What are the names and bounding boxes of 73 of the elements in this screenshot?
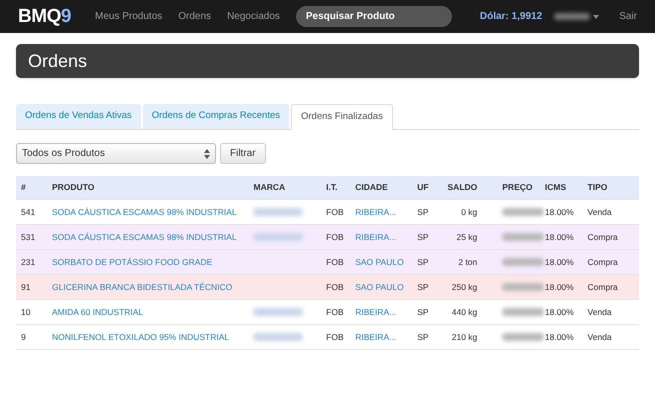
table-cell: 250 kg	[452, 282, 478, 292]
table-cell: 531	[21, 232, 36, 242]
table-cell: Compra	[588, 232, 618, 242]
table-cell: SP	[417, 306, 429, 317]
table-cell: 231	[21, 256, 36, 267]
column-header: PRODUTO	[52, 182, 94, 192]
city-link[interactable]: RIBEIRA...	[355, 332, 396, 342]
table-cell: 210 kg	[452, 332, 478, 342]
column-header: CIDADE	[355, 182, 388, 192]
table-cell: Venda	[588, 306, 612, 317]
product-link[interactable]: NONILFENOL ETOXILADO 95% INDUSTRIAL	[52, 332, 230, 342]
table-cell: 18.00%	[544, 206, 574, 217]
table-cell: Compra	[588, 282, 618, 292]
table-cell: 10	[21, 306, 30, 317]
product-select[interactable]: Todos os Produtos	[16, 143, 216, 164]
nav-link[interactable]: Ordens	[178, 9, 212, 24]
table-cell: SP	[417, 206, 429, 217]
filter-button[interactable]: Filtrar	[220, 143, 266, 164]
table-cell: FOB	[326, 256, 344, 267]
product-link[interactable]: SODA CÁUSTICA ESCAMAS 98% INDUSTRIAL	[52, 206, 237, 217]
product-link[interactable]: AMIDA 60 INDUSTRIAL	[52, 306, 144, 317]
table-cell: 0 kg	[461, 206, 478, 217]
table-cell: Compra	[588, 256, 618, 267]
table-cell: SP	[417, 332, 429, 342]
nav-link[interactable]: Meus Produtos	[95, 9, 162, 24]
city-link[interactable]: SAO PAULO	[355, 256, 404, 267]
table-cell: 18.00%	[544, 256, 574, 267]
logout-link[interactable]: Sair	[619, 9, 637, 24]
table-cell: 2 ton	[458, 256, 478, 267]
column-header: ICMS	[544, 182, 566, 192]
table-cell: 541	[21, 206, 36, 217]
logo[interactable]: BMQ9	[18, 7, 71, 26]
table-cell: FOB	[326, 206, 344, 217]
product-link[interactable]: GLICERINA BRANCA BIDESTILADA TÉCNICO	[52, 282, 232, 292]
nav-link[interactable]: Negociados	[227, 9, 280, 24]
tab[interactable]: Ordens de Compras Recentes	[142, 104, 289, 129]
city-link[interactable]: RIBEIRA...	[355, 306, 396, 317]
table-cell: FOB	[326, 232, 344, 242]
table-cell: FOB	[326, 332, 344, 342]
column-header: I.T.	[326, 182, 338, 192]
table-cell: SP	[417, 256, 429, 267]
table-cell: Venda	[588, 332, 612, 342]
column-header: MARCA	[253, 182, 286, 192]
column-header: TIPO	[588, 182, 608, 192]
product-link[interactable]: SORBATO DE POTÁSSIO FOOD GRADE	[52, 256, 212, 267]
product-link[interactable]: SODA CÁUSTICA ESCAMAS 98% INDUSTRIAL	[52, 232, 237, 242]
table-cell: 25 kg	[456, 232, 478, 242]
page-title: Ordens	[28, 50, 88, 72]
table-cell: 91	[21, 282, 30, 292]
tab[interactable]: Ordens de Vendas Ativas	[16, 104, 141, 129]
table-cell: 9	[21, 332, 26, 342]
table-cell: FOB	[326, 282, 344, 292]
table-cell: 18.00%	[544, 332, 574, 342]
user-menu[interactable]	[554, 13, 600, 20]
column-header: SALDO	[448, 182, 478, 192]
table-cell: SP	[417, 282, 429, 292]
city-link[interactable]: SAO PAULO	[355, 282, 404, 292]
search-field[interactable]: Pesquisar Produto	[296, 6, 452, 27]
tab[interactable]: Ordens Finalizadas	[291, 104, 393, 130]
city-link[interactable]: RIBEIRA...	[355, 232, 396, 242]
table-cell: SP	[417, 232, 429, 242]
table-cell: 440 kg	[452, 306, 478, 317]
select-arrows-icon	[204, 148, 210, 158]
table-cell: 18.00%	[544, 306, 574, 317]
column-header: UF	[417, 182, 429, 192]
table-cell: 18.00%	[544, 282, 574, 292]
table-cell: FOB	[326, 306, 344, 317]
table-cell: Venda	[588, 206, 612, 217]
column-header: #	[21, 182, 26, 192]
column-header: PREÇO	[502, 182, 532, 192]
table-cell: 18.00%	[544, 232, 574, 242]
dollar-rate: Dólar: 1,9912	[480, 10, 542, 24]
city-link[interactable]: RIBEIRA...	[355, 206, 396, 217]
